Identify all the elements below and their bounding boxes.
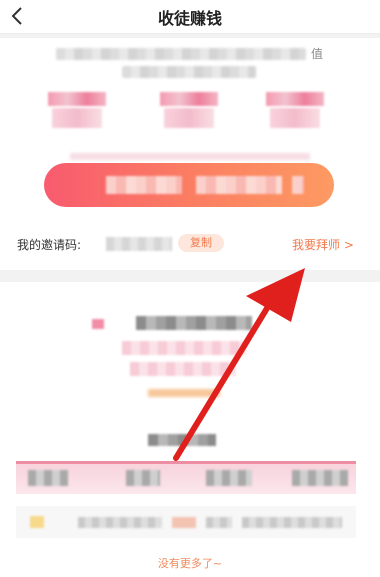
blurred-text [70, 153, 310, 160]
table-header [16, 464, 356, 494]
blurred-text [122, 66, 256, 78]
blurred-text [130, 362, 236, 376]
top-bar: 收徒赚钱 [0, 0, 380, 34]
reward-badge [266, 92, 324, 132]
blurred-text [56, 48, 306, 60]
blurred-text [122, 341, 246, 355]
blurred-text [136, 316, 252, 330]
blurred-text [148, 389, 220, 397]
invite-code-value [106, 237, 172, 251]
invite-code-label: 我的邀请码: [17, 238, 82, 252]
invite-cta-button[interactable] [44, 163, 334, 207]
list-item[interactable] [16, 506, 356, 538]
reward-badge [160, 92, 218, 132]
find-master-link[interactable]: 我要拜师 > [292, 236, 354, 253]
blurred-icon [92, 319, 104, 329]
reward-badge [48, 92, 106, 132]
no-more-text: 没有更多了~ [157, 557, 223, 570]
copy-button[interactable]: 复制 [178, 234, 224, 252]
page-title: 收徒赚钱 [157, 9, 222, 28]
value-text: 值 [311, 47, 324, 61]
blurred-text [148, 434, 216, 446]
